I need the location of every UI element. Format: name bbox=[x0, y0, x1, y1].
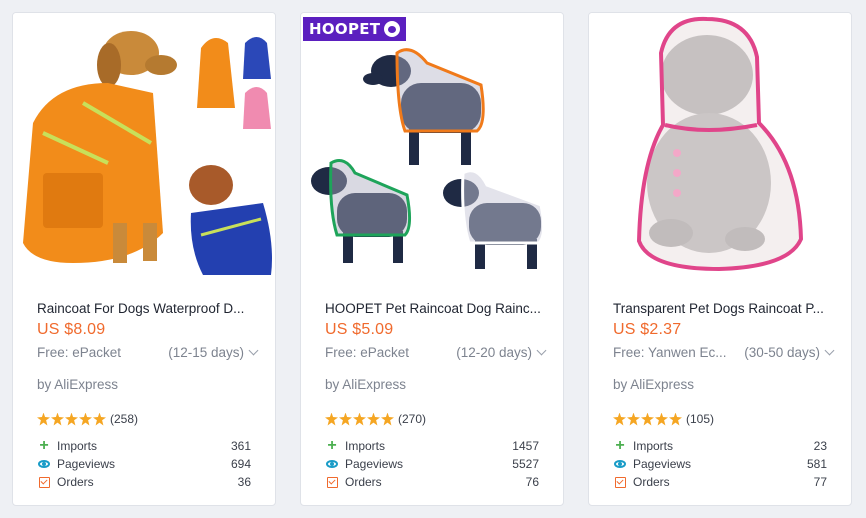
star-icon bbox=[655, 412, 668, 426]
shipping-method: Free: Yanwen Ec... bbox=[613, 345, 727, 360]
product-price: US $2.37 bbox=[613, 321, 682, 338]
order-box-icon bbox=[614, 476, 626, 488]
paw-icon bbox=[384, 21, 401, 37]
shipping-method: Free: ePacket bbox=[325, 345, 410, 360]
product-rating: (105) bbox=[613, 412, 714, 426]
stat-label: Pageviews bbox=[57, 457, 116, 471]
review-count: (270) bbox=[398, 412, 427, 426]
stat-value: 76 bbox=[525, 475, 539, 489]
stat-label: Orders bbox=[57, 475, 94, 489]
delivery-days: (12-20 days) bbox=[456, 345, 532, 360]
delivery-days: (12-15 days) bbox=[168, 345, 244, 360]
stat-imports: + Imports 1457 bbox=[325, 437, 539, 455]
stat-imports: + Imports 361 bbox=[37, 437, 251, 455]
shipping-selector[interactable]: Free: ePacket (12-15 days) bbox=[37, 345, 259, 360]
star-icon bbox=[627, 412, 640, 426]
rating-stars bbox=[325, 412, 394, 426]
plus-icon: + bbox=[39, 437, 49, 454]
star-icon bbox=[381, 412, 394, 426]
shipping-selector[interactable]: Free: ePacket (12-20 days) bbox=[325, 345, 547, 360]
stat-label: Pageviews bbox=[633, 457, 692, 471]
product-grid: Raincoat For Dogs Waterproof D... US $8.… bbox=[12, 12, 852, 506]
order-box-icon bbox=[38, 476, 50, 488]
stat-orders: Orders 77 bbox=[613, 473, 827, 491]
star-icon bbox=[353, 412, 366, 426]
star-icon bbox=[37, 412, 50, 426]
stat-value: 1457 bbox=[512, 439, 539, 453]
star-icon bbox=[641, 412, 654, 426]
product-rating: (258) bbox=[37, 412, 138, 426]
stat-imports: + Imports 23 bbox=[613, 437, 827, 455]
product-image[interactable] bbox=[589, 13, 851, 283]
delivery-days: (30-50 days) bbox=[744, 345, 820, 360]
stat-label: Imports bbox=[57, 439, 98, 453]
stat-label: Imports bbox=[345, 439, 386, 453]
chevron-down-icon[interactable] bbox=[248, 345, 259, 356]
star-icon bbox=[93, 412, 106, 426]
product-price: US $5.09 bbox=[325, 321, 394, 338]
stat-pageviews: Pageviews 5527 bbox=[325, 455, 539, 473]
seller-name: by AliExpress bbox=[613, 377, 695, 392]
shipping-selector[interactable]: Free: Yanwen Ec... (30-50 days) bbox=[613, 345, 835, 360]
stat-value: 77 bbox=[813, 475, 827, 489]
stat-label: Imports bbox=[633, 439, 674, 453]
product-stats: + Imports 361 Pageviews 694 Orders 36 bbox=[37, 437, 251, 491]
stat-label: Orders bbox=[633, 475, 670, 489]
stat-value: 5527 bbox=[512, 457, 539, 471]
stat-label: Pageviews bbox=[345, 457, 404, 471]
eye-icon bbox=[38, 460, 50, 468]
rating-stars bbox=[613, 412, 682, 426]
rating-stars bbox=[37, 412, 106, 426]
seller-name: by AliExpress bbox=[325, 377, 407, 392]
seller-name: by AliExpress bbox=[37, 377, 119, 392]
shipping-method: Free: ePacket bbox=[37, 345, 122, 360]
chevron-down-icon[interactable] bbox=[824, 345, 835, 356]
product-title[interactable]: HOOPET Pet Raincoat Dog Rainc... bbox=[325, 301, 545, 316]
stat-value: 694 bbox=[230, 457, 251, 471]
product-title[interactable]: Raincoat For Dogs Waterproof D... bbox=[37, 301, 257, 316]
product-stats: + Imports 1457 Pageviews 5527 Orders 76 bbox=[325, 437, 539, 491]
stat-label: Orders bbox=[345, 475, 382, 489]
star-icon bbox=[79, 412, 92, 426]
star-icon bbox=[367, 412, 380, 426]
product-image[interactable] bbox=[13, 13, 275, 283]
order-box-icon bbox=[326, 476, 338, 488]
product-image[interactable]: HOOPET bbox=[301, 13, 563, 283]
stat-value: 361 bbox=[230, 439, 251, 453]
star-icon bbox=[65, 412, 78, 426]
review-count: (105) bbox=[686, 412, 715, 426]
stat-pageviews: Pageviews 581 bbox=[613, 455, 827, 473]
stat-value: 581 bbox=[806, 457, 827, 471]
brand-logo: HOOPET bbox=[303, 17, 407, 41]
plus-icon: + bbox=[615, 437, 625, 454]
product-title[interactable]: Transparent Pet Dogs Raincoat P... bbox=[613, 301, 833, 316]
stat-orders: Orders 36 bbox=[37, 473, 251, 491]
star-icon bbox=[51, 412, 64, 426]
product-price: US $8.09 bbox=[37, 321, 106, 338]
eye-icon bbox=[614, 460, 626, 468]
star-icon bbox=[339, 412, 352, 426]
star-icon bbox=[613, 412, 626, 426]
plus-icon: + bbox=[327, 437, 337, 454]
chevron-down-icon[interactable] bbox=[536, 345, 547, 356]
stat-value: 23 bbox=[813, 439, 827, 453]
stat-value: 36 bbox=[237, 475, 251, 489]
eye-icon bbox=[326, 460, 338, 468]
stat-orders: Orders 76 bbox=[325, 473, 539, 491]
brand-name: HOOPET bbox=[309, 20, 381, 38]
star-icon bbox=[325, 412, 338, 426]
star-icon bbox=[669, 412, 682, 426]
review-count: (258) bbox=[110, 412, 139, 426]
product-rating: (270) bbox=[325, 412, 426, 426]
product-stats: + Imports 23 Pageviews 581 Orders 77 bbox=[613, 437, 827, 491]
stat-pageviews: Pageviews 694 bbox=[37, 455, 251, 473]
product-card[interactable]: Raincoat For Dogs Waterproof D... US $8.… bbox=[12, 12, 276, 506]
product-card[interactable]: HOOPET HOOPET Pet Raincoat Dog Rainc... … bbox=[300, 12, 564, 506]
product-card[interactable]: Transparent Pet Dogs Raincoat P... US $2… bbox=[588, 12, 852, 506]
